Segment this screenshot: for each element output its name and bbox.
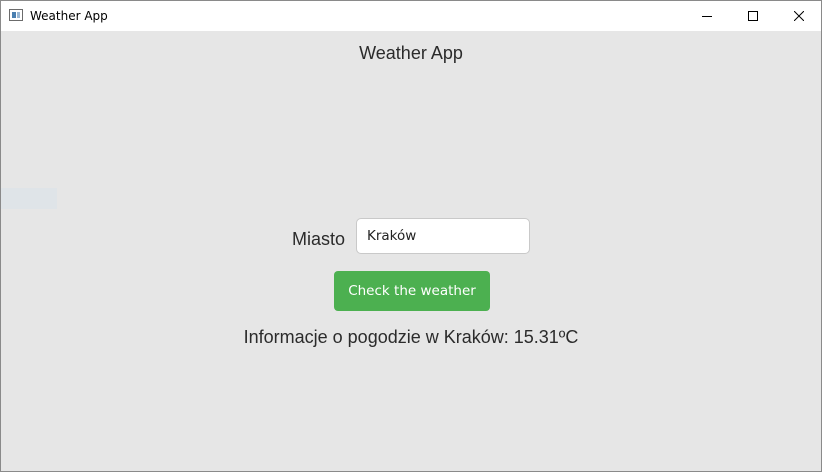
close-icon: [794, 11, 804, 21]
title-bar[interactable]: Weather App: [1, 1, 821, 31]
maximize-button[interactable]: [730, 1, 776, 31]
city-input[interactable]: [356, 218, 530, 254]
app-window: Weather App Weather App Miasto Check the…: [0, 0, 822, 472]
check-weather-button[interactable]: Check the weather: [334, 271, 490, 311]
window-title: Weather App: [30, 9, 108, 23]
page-title: Weather App: [359, 43, 463, 63]
app-icon: [9, 9, 23, 21]
maximize-icon: [748, 11, 758, 21]
minimize-button[interactable]: [684, 1, 730, 31]
weather-info-text: Informacje o pogodzie w Kraków: 15.31ºC: [243, 327, 579, 347]
decorative-block: [1, 188, 57, 209]
minimize-icon: [702, 16, 712, 17]
close-button[interactable]: [776, 1, 822, 31]
city-label: Miasto: [292, 229, 346, 249]
